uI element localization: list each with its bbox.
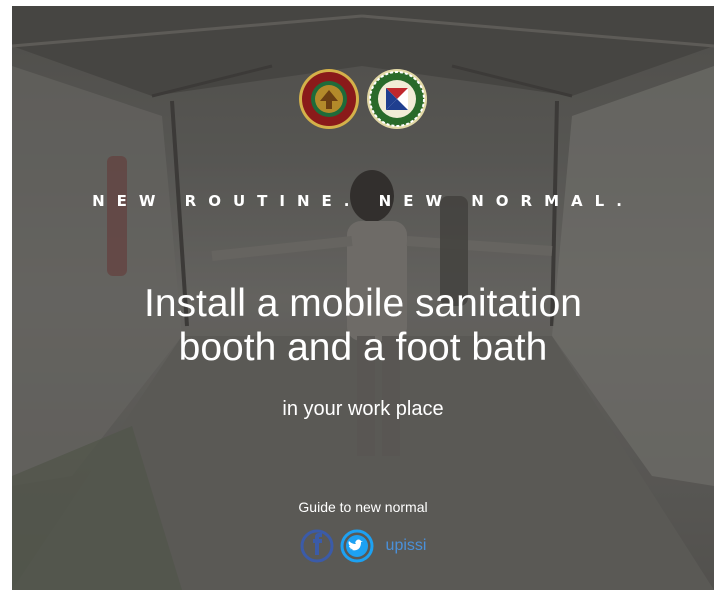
guide-label: Guide to new normal [298,499,428,515]
headline-line-1: Install a mobile sanitation [144,282,582,325]
logo-row [12,68,714,130]
subline: in your work place [282,398,444,420]
twitter-icon[interactable] [340,529,374,563]
social-handle-link[interactable]: upissi [386,537,427,555]
university-seal-logo [299,69,359,129]
tagline: NEW ROUTINE. NEW NORMAL. [92,192,634,210]
headline-line-2: booth and a foot bath [178,326,548,369]
headline: Install a mobile sanitation booth and a … [12,282,714,370]
facebook-icon[interactable] [300,529,334,563]
institute-seal-logo [367,69,427,129]
social-links: upissi [12,529,714,563]
poster: NEW ROUTINE. NEW NORMAL. Install a mobil… [12,6,714,590]
